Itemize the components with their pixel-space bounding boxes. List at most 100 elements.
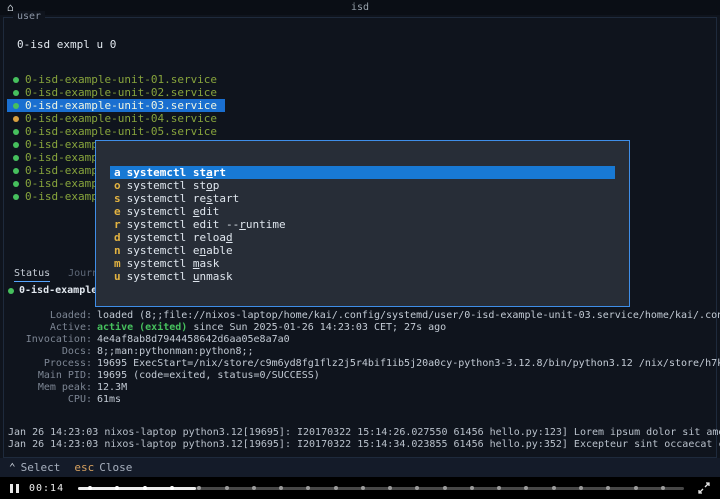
palette-command: systemctl edit (127, 205, 220, 218)
command-palette: a systemctl start o systemctl stop s systemct… (95, 140, 630, 307)
palette-hotkey: a (114, 166, 121, 179)
unit-row[interactable]: 0-isd-example-unit-01.service (7, 73, 225, 86)
status-field: Main PID:19695 (code=exited, status=0/SU… (6, 370, 720, 382)
window-title: isd (0, 2, 720, 13)
unit-state-dot (8, 288, 14, 294)
unit-state-dot (13, 168, 19, 174)
palette-item[interactable]: s systemctl restart (110, 192, 615, 205)
enter-key-icon: ⌃ (9, 461, 16, 474)
timeline-marker[interactable] (661, 486, 665, 490)
timeline-marker[interactable] (279, 486, 283, 490)
timeline-marker[interactable] (470, 486, 474, 490)
unit-state-dot (13, 194, 19, 200)
keybinding-label: Close (99, 461, 132, 474)
timeline-marker[interactable] (115, 486, 119, 490)
title-bar: ⌂ isd (0, 0, 720, 15)
timeline-marker[interactable] (524, 486, 528, 490)
palette-item[interactable]: dsystemctl reload (110, 231, 615, 244)
player-time: 00:14 (29, 483, 64, 494)
keybinding-close[interactable]: esc Close (74, 461, 132, 474)
unit-name: 0-isd-example-unit-02.service (25, 86, 217, 99)
timeline-marker[interactable] (197, 486, 201, 490)
palette-item[interactable]: n systemctl enable (110, 244, 615, 257)
player-track[interactable] (78, 487, 684, 490)
unit-state-dot (13, 116, 19, 122)
timeline-marker[interactable] (334, 486, 338, 490)
palette-item[interactable]: o systemctl stop (110, 179, 615, 192)
unit-name: 0-isd-example-unit-04.service (25, 112, 217, 125)
palette-command: systemctl edit --runtime (127, 218, 286, 231)
keybinding-select[interactable]: ⌃ Select (9, 461, 60, 474)
unit-state-dot (13, 77, 19, 83)
unit-row[interactable]: 0-isd-example-unit-02.service (7, 86, 225, 99)
palette-command: systemctl stop (127, 179, 220, 192)
palette-hotkey: n (114, 244, 121, 257)
unit-state-dot (13, 181, 19, 187)
palette-item[interactable]: r systemctl edit --runtime (110, 218, 615, 231)
mode-label: user (13, 11, 45, 22)
timeline-marker[interactable] (306, 486, 310, 490)
timeline-marker[interactable] (143, 486, 147, 490)
unit-state-dot (13, 129, 19, 135)
palette-hotkey: e (114, 205, 121, 218)
palette-command: systemctl start (127, 166, 226, 179)
palette-command: systemctl restart (127, 192, 240, 205)
status-field: CPU:61ms (6, 394, 720, 406)
palette-command: systemctl unmask (127, 270, 233, 283)
timeline-marker[interactable] (415, 486, 419, 490)
unit-state-dot (13, 142, 19, 148)
player-controls: 00:14 (0, 477, 720, 499)
palette-hotkey: r (114, 218, 121, 231)
timeline-marker[interactable] (252, 486, 256, 490)
timeline-marker[interactable] (552, 486, 556, 490)
unit-row[interactable]: 0-isd-example-unit-04.service (7, 112, 225, 125)
terminal-screen: ⌂ isd user 0-isd exmpl u 0 0-isd-example… (0, 0, 720, 499)
palette-list: a systemctl start o systemctl stop s systemct… (96, 141, 629, 283)
palette-item[interactable]: m systemctl mask (110, 257, 615, 270)
player-progress (78, 487, 196, 490)
esc-key: esc (74, 461, 94, 474)
timeline-marker[interactable] (88, 486, 92, 490)
unit-row[interactable]: 0-isd-example-unit-05.service (7, 125, 225, 138)
tab-status[interactable]: Status (14, 268, 50, 282)
timeline-marker[interactable] (497, 486, 501, 490)
timeline-marker[interactable] (634, 486, 638, 490)
palette-command: systemctl enable (127, 244, 233, 257)
palette-hotkey: s (114, 192, 121, 205)
unit-row[interactable]: 0-isd-example-unit-03.service (7, 99, 225, 112)
status-field: Process:19695 ExecStart=/nix/store/c9m6y… (6, 358, 720, 370)
unit-name: 0-isd-example-unit-03.service (25, 99, 217, 112)
unit-state-dot (13, 155, 19, 161)
palette-command: systemctl mask (127, 257, 220, 270)
keybinding-label: Select (21, 461, 61, 474)
palette-item[interactable]: u systemctl unmask (110, 270, 615, 283)
unit-state-dot (13, 90, 19, 96)
timeline-marker[interactable] (579, 486, 583, 490)
status-field: Docs:8;;man:pythonman:python8;; (6, 346, 720, 358)
palette-item[interactable]: a systemctl start (110, 166, 615, 179)
palette-item[interactable]: e systemctl edit (110, 205, 615, 218)
timeline-marker[interactable] (606, 486, 610, 490)
fullscreen-icon (698, 482, 710, 494)
timeline-marker[interactable] (361, 486, 365, 490)
status-field: Loaded:loaded (8;;file://nixos-laptop/ho… (6, 310, 720, 322)
palette-hotkey: d (114, 231, 121, 244)
footer-keybar: ⌃ Select esc Close (0, 458, 720, 477)
unit-state-dot (13, 103, 19, 109)
timeline-marker[interactable] (225, 486, 229, 490)
timeline-marker[interactable] (443, 486, 447, 490)
unit-name: 0-isd-example-unit-01.service (25, 73, 217, 86)
unit-name: 0-isd-example-unit-05.service (25, 125, 217, 138)
timeline-marker[interactable] (170, 486, 174, 490)
palette-hotkey: o (114, 179, 121, 192)
timeline-marker[interactable] (388, 486, 392, 490)
journal-line: Jan 26 14:23:03 nixos-laptop python3.12[… (8, 427, 720, 439)
status-fields: Loaded:loaded (8;;file://nixos-laptop/ho… (6, 310, 720, 406)
fullscreen-button[interactable] (698, 482, 710, 494)
status-field: Active:active (exited) since Sun 2025-01… (6, 322, 720, 334)
search-input[interactable]: 0-isd exmpl u 0 (17, 38, 116, 51)
palette-hotkey: u (114, 270, 121, 283)
pause-button[interactable] (10, 484, 19, 493)
journal-line: Jan 26 14:23:03 nixos-laptop python3.12[… (8, 439, 720, 451)
palette-hotkey: m (114, 257, 121, 270)
